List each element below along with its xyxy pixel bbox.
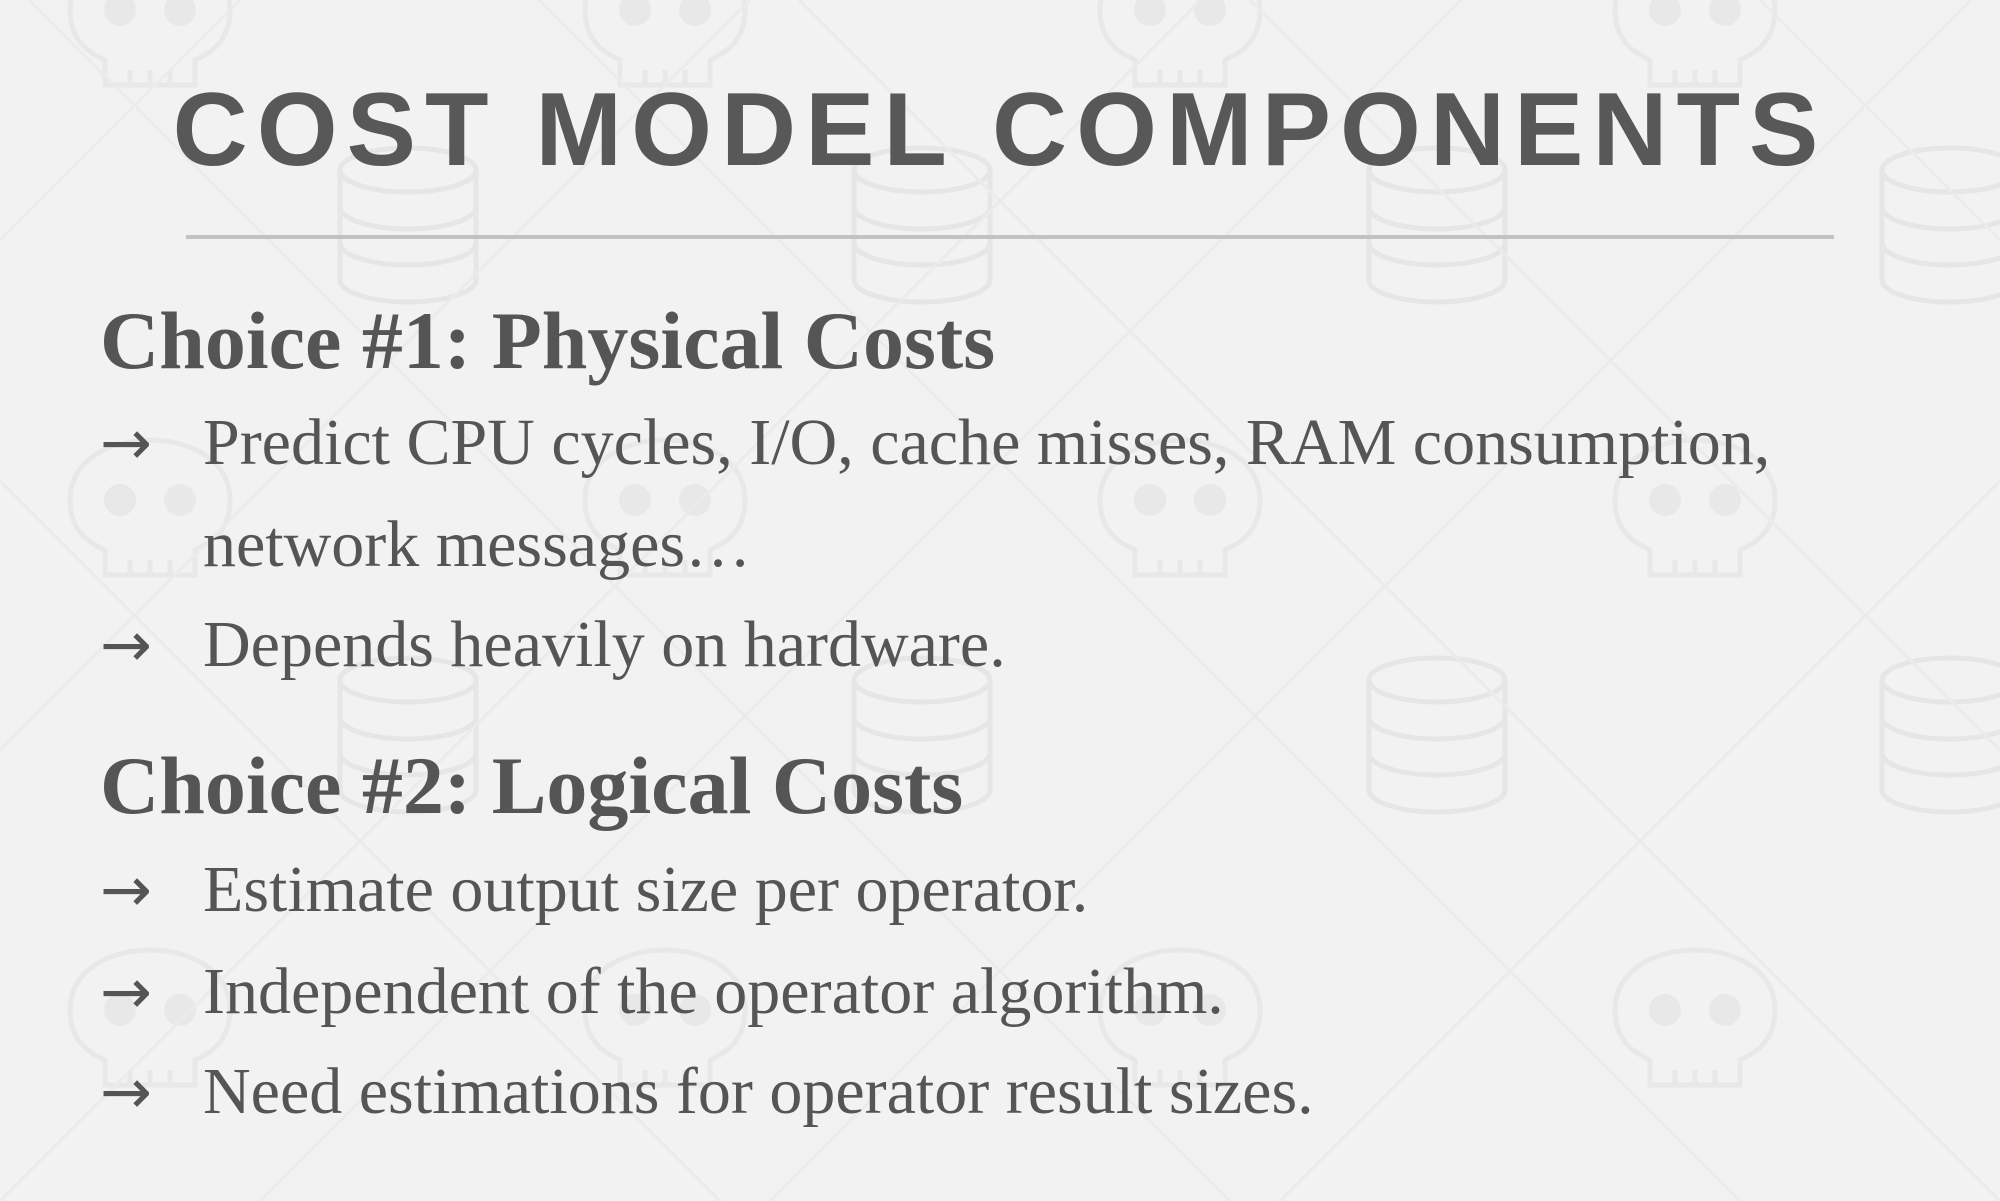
slide-title: COST MODEL COMPONENTS	[172, 72, 1828, 188]
title-divider	[186, 235, 1834, 239]
arrow-bullet-icon: →	[100, 406, 152, 479]
bullet-text: Depends heavily on hardware.	[203, 608, 1006, 681]
bullet-text: Need estimations for operator result siz…	[203, 1055, 1314, 1128]
bullet-item: → Predict CPU cycles, I/O, cache misses, …	[100, 410, 1770, 476]
arrow-bullet-icon: →	[100, 955, 152, 1028]
bullet-item: → Estimate output size per operator.	[100, 857, 1088, 923]
bullet-item: → Depends heavily on hardware.	[100, 612, 1006, 678]
bullet-item: → Independent of the operator algorithm.	[100, 959, 1224, 1025]
section-heading-physical-costs: Choice #1: Physical Costs	[100, 295, 996, 386]
slide: COST MODEL COMPONENTS Choice #1: Physica…	[0, 0, 2000, 1201]
bullet-continuation-text: network messages…	[203, 508, 752, 581]
arrow-bullet-icon: →	[100, 1055, 152, 1128]
section-heading-logical-costs: Choice #2: Logical Costs	[100, 740, 964, 831]
arrow-bullet-icon: →	[100, 853, 152, 926]
arrow-bullet-icon: →	[100, 608, 152, 681]
bullet-item: → Need estimations for operator result si…	[100, 1059, 1314, 1125]
bullet-text: Estimate output size per operator.	[203, 853, 1089, 926]
bullet-text: Independent of the operator algorithm.	[203, 955, 1224, 1028]
bullet-text: Predict CPU cycles, I/O, cache misses, R…	[203, 406, 1771, 479]
